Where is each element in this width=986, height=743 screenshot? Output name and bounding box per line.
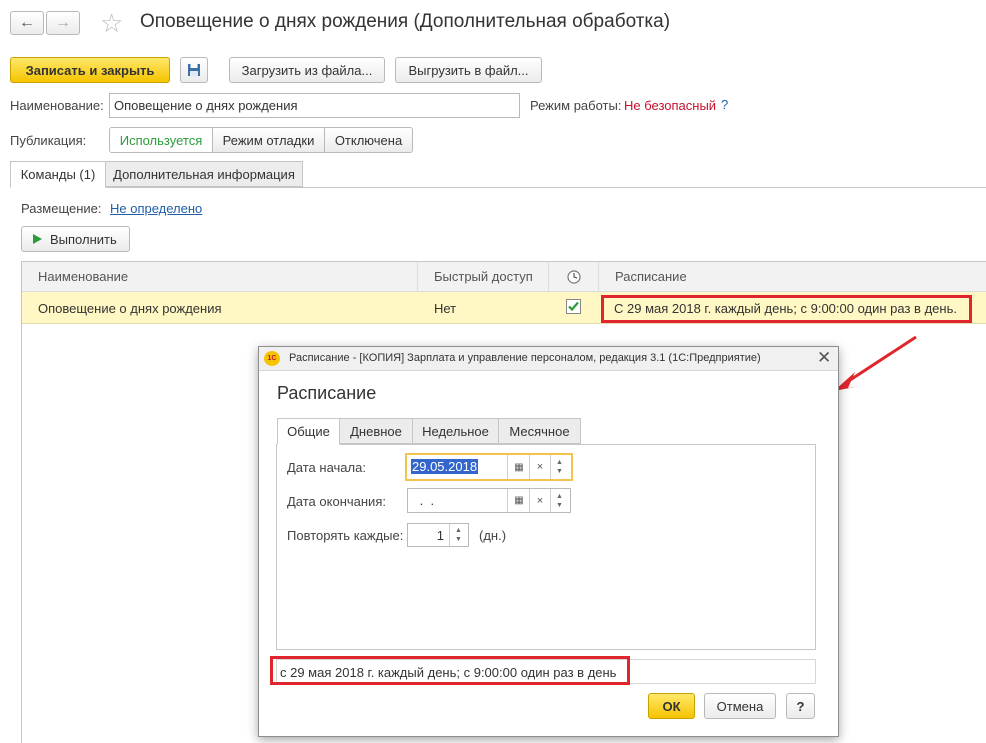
help-button[interactable]: ? (786, 693, 815, 719)
row-scheduled-checkbox[interactable] (566, 299, 581, 314)
start-date-label: Дата начала: (287, 460, 366, 475)
tabs-divider (10, 187, 986, 188)
mode-help-link[interactable]: ? (721, 97, 728, 112)
publication-option-debug[interactable]: Режим отладки (213, 128, 325, 152)
mode-label: Режим работы: (530, 98, 622, 113)
close-icon[interactable]: ✕ (817, 348, 831, 368)
floppy-disk-icon (188, 64, 200, 76)
tab-commands[interactable]: Команды (1) (10, 161, 106, 188)
column-header-schedule[interactable]: Расписание (599, 262, 986, 292)
save-and-close-button[interactable]: Записать и закрыть (10, 57, 170, 83)
dialog-heading: Расписание (277, 383, 377, 403)
save-button[interactable] (180, 57, 208, 83)
mode-value: Не безопасный (624, 98, 717, 113)
load-from-file-button[interactable]: Загрузить из файла... (229, 57, 385, 83)
date-stepper-icon[interactable]: ▲ ▼ (550, 455, 568, 479)
page-title: Оповещение о днях рождения (Дополнительн… (140, 11, 671, 32)
dialog-tab-weekly[interactable]: Недельное (412, 418, 499, 444)
repeat-value[interactable]: 1 (437, 528, 444, 543)
summary-highlight-box (270, 656, 630, 685)
column-header-quick-access[interactable]: Быстрый доступ (418, 262, 549, 292)
repeat-label: Повторять каждые: (287, 528, 404, 543)
publication-switch: Используется Режим отладки Отключена (109, 127, 413, 153)
start-date-field[interactable]: 29.05.2018 ▦ × ▲ ▼ (405, 453, 573, 481)
favorite-star-icon[interactable]: ☆ (100, 8, 123, 38)
calendar-icon[interactable]: ▦ (507, 489, 530, 512)
placement-link[interactable]: Не определено (110, 201, 202, 216)
dialog-tab-daily[interactable]: Дневное (339, 418, 413, 444)
publication-option-disabled[interactable]: Отключена (325, 128, 412, 152)
dialog-tab-monthly[interactable]: Месячное (498, 418, 581, 444)
row-name: Оповещение о днях рождения (38, 301, 222, 316)
forward-button[interactable]: → (46, 11, 80, 35)
export-to-file-button[interactable]: Выгрузить в файл... (395, 57, 542, 83)
ok-button[interactable]: ОК (648, 693, 695, 719)
checkmark-icon (568, 301, 579, 312)
back-button[interactable]: ← (10, 11, 44, 35)
end-date-field[interactable]: . . ▦ × ▲ ▼ (407, 488, 571, 513)
repeat-stepper-icon[interactable]: ▲ ▼ (449, 524, 467, 546)
repeat-unit: (дн.) (479, 528, 507, 543)
dialog-title: Расписание - [КОПИЯ] Зарплата и управлен… (289, 352, 761, 364)
name-field[interactable]: Оповещение о днях рождения (109, 93, 520, 118)
end-date-value[interactable]: . . (416, 493, 434, 508)
publication-option-used[interactable]: Используется (110, 128, 213, 152)
tab-additional-info[interactable]: Дополнительная информация (105, 161, 303, 187)
calendar-icon[interactable]: ▦ (507, 455, 530, 479)
placement-label: Размещение: (21, 201, 102, 216)
clear-icon[interactable]: × (529, 489, 550, 512)
name-label: Наименование: (10, 98, 104, 113)
dialog-tab-general[interactable]: Общие (277, 418, 340, 445)
cancel-button[interactable]: Отмена (704, 693, 776, 719)
publication-label: Публикация: (10, 133, 87, 148)
row-quick-access: Нет (434, 301, 457, 316)
end-date-label: Дата окончания: (287, 494, 386, 509)
start-date-value[interactable]: 29.05.2018 (411, 459, 479, 474)
schedule-highlight-box (601, 295, 972, 323)
column-header-name[interactable]: Наименование (22, 262, 418, 292)
execute-label: Выполнить (50, 231, 117, 247)
clock-icon (566, 269, 581, 284)
column-header-scheduled[interactable] (549, 262, 599, 292)
arrow-right-icon: → (55, 14, 71, 31)
clear-icon[interactable]: × (529, 455, 550, 479)
date-stepper-icon[interactable]: ▲ ▼ (550, 489, 568, 512)
execute-button[interactable]: Выполнить (21, 226, 130, 252)
app-logo-icon: 1С (264, 351, 280, 366)
repeat-field[interactable]: 1 ▲ ▼ (407, 523, 469, 547)
play-icon (33, 234, 42, 244)
arrow-left-icon: ← (19, 14, 35, 31)
